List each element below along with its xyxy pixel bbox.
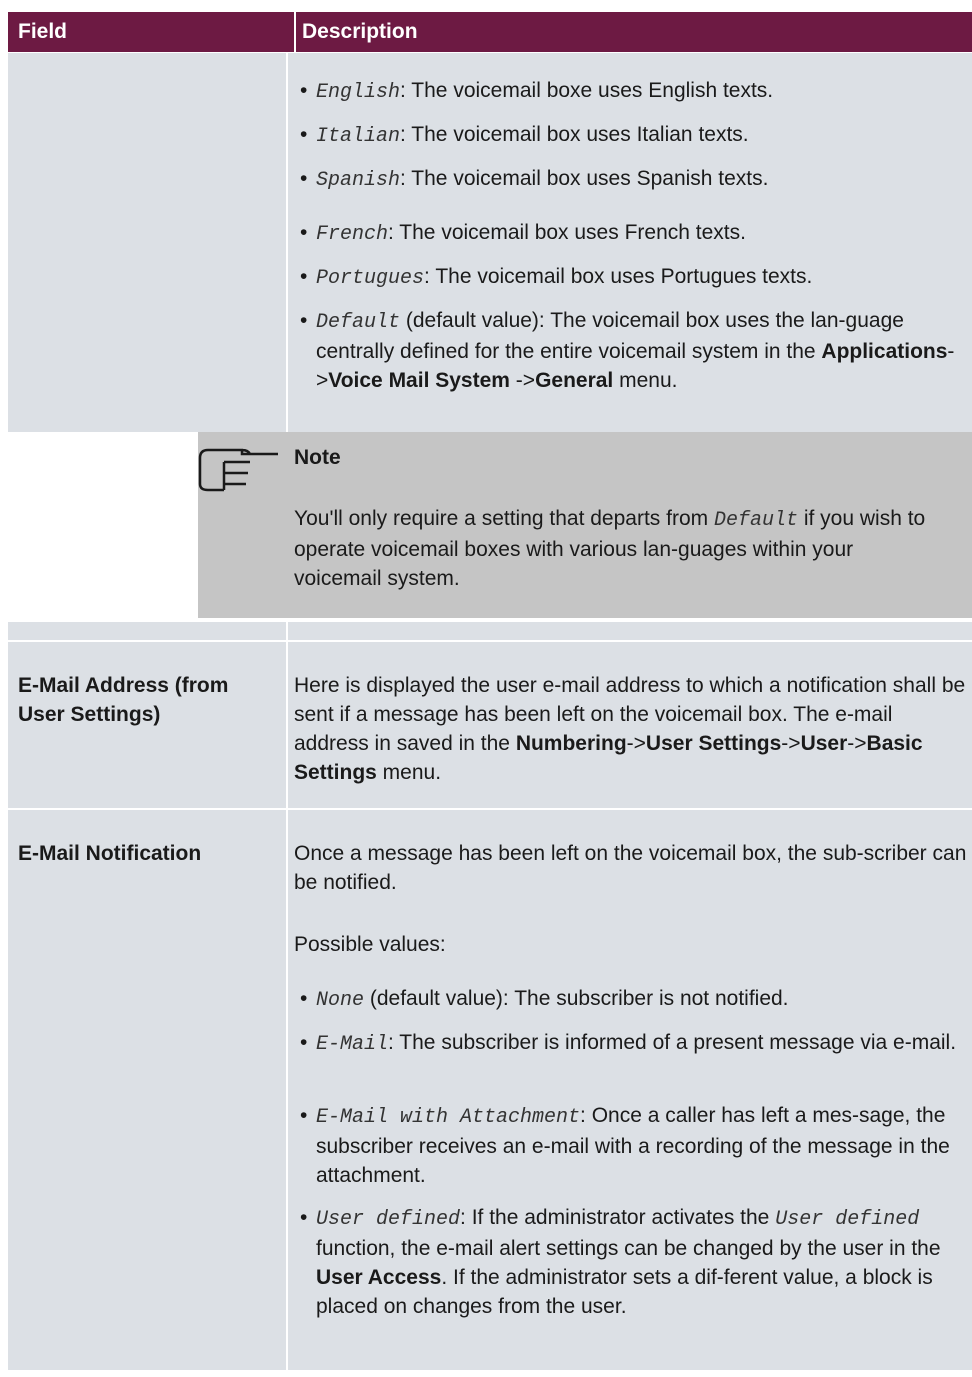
- column-divider: [286, 642, 288, 808]
- list-item: • Italian: The voicemail box uses Italian…: [300, 123, 749, 148]
- note-box: Note You'll only require a setting that …: [198, 432, 972, 618]
- list-item-default: • Default (default value): The voicemail …: [300, 309, 955, 392]
- column-divider: [286, 622, 288, 640]
- table-header: Field Description: [8, 12, 972, 52]
- list-item: • English: The voicemail boxe uses Englis…: [300, 79, 774, 104]
- field-email-address: E-Mail Address (from User Settings): [18, 674, 229, 726]
- field-email-notification: E-Mail Notification: [18, 842, 202, 865]
- list-item: • None (default value): The subscriber is…: [300, 987, 789, 1012]
- note-body: You'll only require a setting that depar…: [294, 507, 926, 590]
- header-divider: [294, 12, 296, 52]
- list-item: • French: The voicemail box uses French t…: [300, 221, 746, 246]
- table-row-spacer: [8, 622, 972, 640]
- list-item: • Spanish: The voicemail box uses Spanish…: [300, 167, 769, 192]
- header-description: Description: [302, 20, 418, 43]
- document-page: Field Description • English: The voicemai…: [0, 0, 972, 1377]
- description-intro: Once a message has been left on the voic…: [294, 842, 967, 894]
- column-divider: [286, 810, 288, 1370]
- column-divider: [286, 53, 288, 432]
- description-possible: Possible values:: [294, 933, 446, 956]
- description-email-address: Here is displayed the user e-mail addres…: [294, 674, 966, 784]
- list-item: • E-Mail with Attachment: Once a caller h…: [300, 1104, 950, 1187]
- list-item-user-defined: • User defined: If the administrator acti…: [300, 1206, 941, 1318]
- note-title: Note: [294, 446, 341, 469]
- header-field: Field: [18, 20, 68, 43]
- pointing-hand-icon: [198, 448, 278, 492]
- list-item: • Portugues: The voicemail box uses Portu…: [300, 265, 813, 290]
- list-item: • E-Mail: The subscriber is informed of a…: [300, 1031, 957, 1056]
